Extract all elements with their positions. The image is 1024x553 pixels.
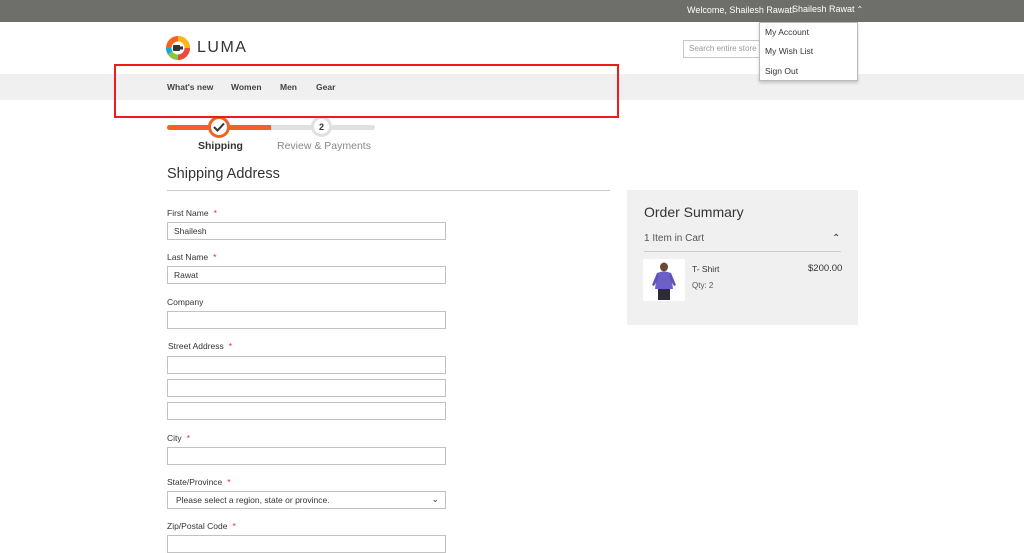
cart-item-qty: Qty: 2 — [692, 281, 714, 290]
tshirt-product-image — [643, 259, 685, 301]
step-review-marker: 2 — [311, 116, 332, 137]
top-bar — [0, 0, 1024, 22]
product-thumbnail — [643, 259, 685, 301]
cart-item-price: $200.00 — [808, 263, 843, 274]
luma-logo[interactable]: LUMA — [165, 35, 247, 61]
chevron-down-icon: ⌄ — [431, 494, 439, 504]
luma-logo-icon — [166, 36, 190, 60]
cart-item-name: T- Shirt — [692, 264, 720, 274]
state-province-value: Please select a region, state or provinc… — [176, 495, 330, 505]
cart-item-count[interactable]: 1 Item in Cart — [644, 233, 704, 244]
step-label-review-payments[interactable]: Review & Payments — [277, 140, 371, 152]
first-name-field[interactable]: Shailesh — [167, 222, 446, 240]
street-line-2-field[interactable] — [167, 379, 446, 397]
street-address-label: Street Address * — [168, 341, 233, 351]
search-input[interactable]: Search entire store here... — [683, 40, 763, 58]
checkmark-icon — [213, 122, 225, 132]
highlight-box — [114, 64, 619, 118]
company-field[interactable] — [167, 311, 446, 329]
city-label: City * — [167, 433, 190, 443]
welcome-message: Welcome, Shailesh Rawat! — [687, 5, 795, 15]
account-menu-toggle[interactable]: Shailesh Rawat ⌃ — [792, 4, 863, 14]
order-summary-title: Order Summary — [644, 204, 744, 220]
step-label-shipping: Shipping — [198, 140, 243, 152]
logo-text: LUMA — [197, 39, 248, 56]
city-field[interactable] — [167, 447, 446, 465]
chevron-up-icon: ⌃ — [856, 5, 864, 14]
summary-divider — [644, 251, 841, 252]
zip-code-label: Zip/Postal Code * — [167, 521, 236, 531]
step-shipping-marker — [208, 116, 230, 138]
account-dropdown: My Account My Wish List Sign Out — [759, 22, 858, 81]
state-province-label: State/Province * — [167, 477, 231, 487]
menu-item-my-wish-list[interactable]: My Wish List — [765, 46, 813, 56]
section-divider — [167, 190, 610, 191]
street-line-1-field[interactable] — [167, 356, 446, 374]
shipping-address-title: Shipping Address — [167, 166, 280, 182]
chevron-up-icon[interactable]: ⌃ — [832, 233, 840, 244]
zip-code-field[interactable] — [167, 535, 446, 553]
first-name-label: First Name * — [167, 208, 217, 218]
last-name-label: Last Name * — [167, 252, 217, 262]
menu-item-my-account[interactable]: My Account — [765, 27, 809, 37]
street-line-3-field[interactable] — [167, 402, 446, 420]
account-name: Shailesh Rawat — [792, 4, 855, 14]
last-name-field[interactable]: Rawat — [167, 266, 446, 284]
menu-item-sign-out[interactable]: Sign Out — [765, 66, 798, 76]
company-label: Company — [167, 297, 204, 307]
state-province-select[interactable]: Please select a region, state or provinc… — [167, 491, 446, 509]
